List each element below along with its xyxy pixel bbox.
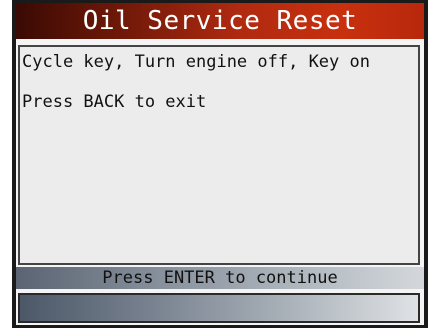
page-title: Oil Service Reset bbox=[82, 6, 358, 36]
scan-tool-screen: Oil Service Reset Cycle key, Turn engine… bbox=[12, 0, 428, 328]
title-bar: Oil Service Reset bbox=[16, 3, 424, 39]
instruction-text: Cycle key, Turn engine off, Key on bbox=[22, 52, 370, 72]
status-bar: Press ENTER to continue bbox=[16, 267, 424, 289]
back-instruction-text: Press BACK to exit bbox=[22, 92, 207, 112]
message-panel: Cycle key, Turn engine off, Key on Press… bbox=[18, 45, 420, 265]
function-key-bar bbox=[18, 293, 420, 323]
status-text: Press ENTER to continue bbox=[102, 268, 338, 288]
